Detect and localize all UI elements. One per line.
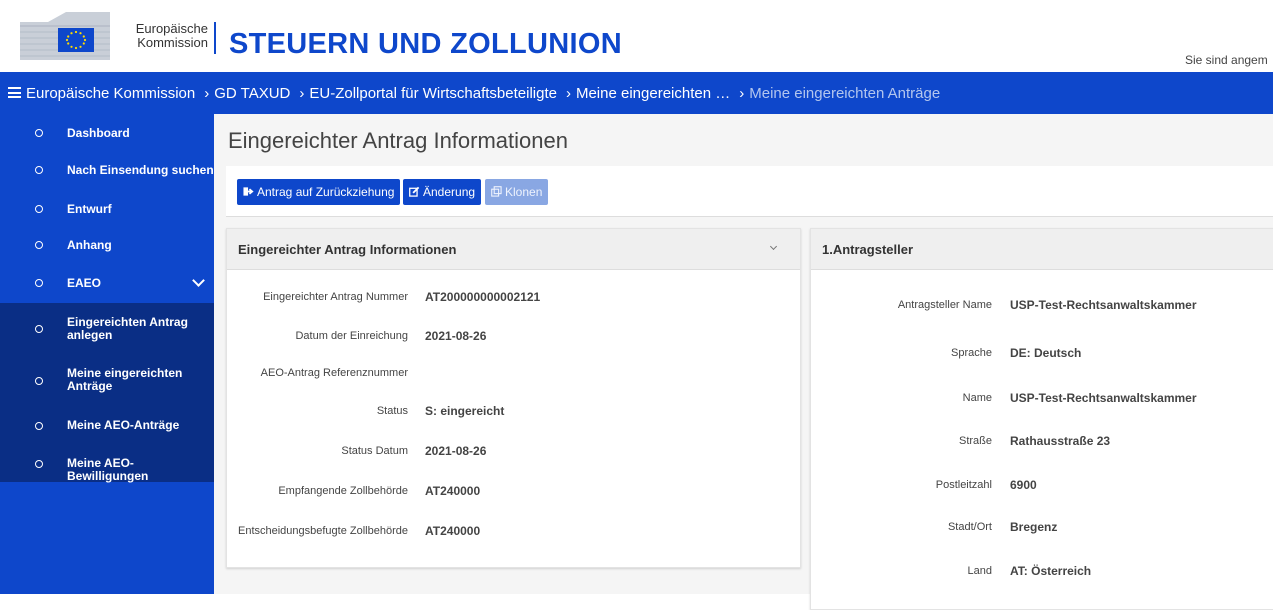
sidebar-item-label: Nach Einsendung suchen: [67, 163, 214, 177]
field-label-status: Status: [376, 405, 408, 417]
chevron-right-icon: ›: [204, 85, 210, 102]
circle-bullet-icon: [35, 325, 43, 333]
ec-logo-text: Europäische Kommission: [132, 22, 208, 50]
field-value-country: AT: Österreich: [1010, 564, 1092, 578]
sidebar-item-draft[interactable]: Entwurf: [0, 189, 214, 226]
change-button[interactable]: Änderung: [403, 179, 482, 205]
chevron-down-icon[interactable]: [192, 274, 205, 287]
field-label-status-date: Status Datum: [341, 445, 408, 457]
field-value-status-date: 2021-08-26: [425, 444, 487, 458]
sidebar-item-create-application[interactable]: Eingereichten Antrag anlegen: [0, 303, 214, 354]
sidebar-item-label: Meine eingereichten Anträge: [67, 366, 183, 393]
breadcrumb-item-current: Meine eingereichten Anträge: [749, 85, 941, 102]
sidebar-item-label: Dashboard: [67, 126, 130, 140]
breadcrumb: Europäische Kommission › GD TAXUD › EU-Z…: [0, 72, 1273, 114]
sidebar-item-attachment[interactable]: Anhang: [0, 226, 214, 263]
breadcrumb-item-ec[interactable]: Europäische Kommission: [26, 85, 195, 102]
card-header: 1.Antragsteller: [811, 229, 1273, 270]
field-label-application-number: Eingereichter Antrag Nummer: [263, 291, 408, 303]
field-label-receiving-office: Empfangende Zollbehörde: [278, 485, 408, 497]
field-value-deciding-office: AT240000: [425, 524, 481, 538]
withdraw-application-label: Antrag auf Zurückziehung: [257, 185, 395, 199]
ec-logo[interactable]: [18, 8, 113, 64]
site-title: STEUERN UND ZOLLUNION: [229, 28, 622, 60]
field-label-aeo-reference: AEO-Antrag Referenznummer: [260, 367, 408, 379]
edit-icon: [409, 186, 420, 197]
copy-icon: [491, 186, 502, 197]
sidebar-item-aeo-applications[interactable]: Meine AEO-Anträge: [0, 406, 214, 444]
application-info-card: Eingereichter Antrag Informationen: [226, 228, 801, 568]
sidebar-item-my-applications[interactable]: Meine eingereichten Anträge: [0, 354, 214, 406]
site-header: Europäische Kommission STEUERN UND ZOLLU…: [0, 0, 1273, 72]
sidebar-item-label: Entwurf: [67, 202, 112, 216]
field-value-receiving-office: AT240000: [425, 484, 481, 498]
circle-bullet-icon: [35, 422, 43, 430]
field-value-postcode: 6900: [1010, 478, 1037, 492]
circle-bullet-icon: [35, 279, 43, 287]
withdraw-application-button[interactable]: Antrag auf Zurückziehung: [237, 179, 401, 205]
circle-bullet-icon: [35, 205, 43, 213]
field-value-applicant-name: USP-Test-Rechtsanwaltskammer: [1010, 298, 1197, 312]
chevron-down-icon[interactable]: [769, 242, 778, 251]
sidebar-item-aeo-authorisations[interactable]: Meine AEO-Bewilligungen: [0, 444, 214, 483]
clone-button[interactable]: Klonen: [485, 179, 549, 205]
sidebar-item-label: Anhang: [67, 238, 112, 252]
field-value-language: DE: Deutsch: [1010, 346, 1082, 360]
circle-bullet-icon: [35, 166, 43, 174]
field-label-name: Name: [962, 392, 992, 404]
applicant-card: 1.Antragsteller: [810, 228, 1273, 610]
circle-bullet-icon: [35, 377, 43, 385]
field-label-country: Land: [967, 565, 992, 577]
field-label-postcode: Postleitzahl: [935, 479, 992, 491]
logo-divider: [214, 22, 216, 54]
page-title: Eingereichter Antrag Informationen: [228, 128, 568, 153]
field-value-city: Bregenz: [1010, 520, 1058, 534]
sidebar-item-label: Meine AEO-Anträge: [67, 418, 180, 432]
sidebar-item-label: Meine AEO-Bewilligungen: [67, 456, 149, 483]
field-label-submission-date: Datum der Einreichung: [295, 330, 408, 342]
field-label-applicant-name: Antragsteller Name: [897, 299, 992, 311]
circle-bullet-icon: [35, 460, 43, 468]
circle-bullet-icon: [35, 241, 43, 249]
field-value-name: USP-Test-Rechtsanwaltskammer: [1010, 391, 1197, 405]
field-label-city: Stadt/Ort: [947, 521, 992, 533]
clone-label: Klonen: [505, 185, 543, 199]
logged-in-status: Sie sind angem: [1185, 53, 1268, 67]
sign-out-icon: [243, 187, 254, 196]
sidebar: Dashboard Nach Einsendung suchen Entwurf…: [0, 114, 214, 594]
ec-building-icon: [20, 12, 110, 60]
field-value-street: Rathausstraße 23: [1010, 434, 1111, 448]
breadcrumb-item-portal[interactable]: EU-Zollportal für Wirtschaftsbeteiligte: [309, 85, 557, 102]
card-title: Eingereichter Antrag Informationen: [238, 242, 457, 257]
breadcrumb-item-submissions[interactable]: Meine eingereichten …: [576, 85, 730, 102]
breadcrumb-item-taxud[interactable]: GD TAXUD: [214, 85, 290, 102]
sidebar-item-dashboard[interactable]: Dashboard: [0, 114, 214, 151]
sidebar-item-label: Eingereichten Antrag anlegen: [67, 315, 188, 342]
sidebar-item-search[interactable]: Nach Einsendung suchen: [0, 151, 214, 189]
sidebar-item-eaeo[interactable]: EAEO: [0, 263, 214, 303]
chevron-right-icon: ›: [299, 85, 305, 102]
field-label-language: Sprache: [951, 347, 992, 359]
card-title: 1.Antragsteller: [822, 242, 914, 257]
hamburger-menu-icon[interactable]: [8, 87, 21, 98]
field-label-deciding-office: Entscheidungsbefugte Zollbehörde: [237, 525, 408, 537]
chevron-right-icon: ›: [565, 85, 571, 102]
logo-line-1: Europäische: [135, 21, 208, 36]
field-label-street: Straße: [958, 435, 992, 447]
chevron-right-icon: ›: [739, 85, 745, 102]
circle-bullet-icon: [35, 129, 43, 137]
field-value-status: S: eingereicht: [425, 404, 505, 418]
sidebar-item-label: EAEO: [67, 276, 102, 290]
field-value-application-number: AT200000000002121: [425, 290, 541, 304]
field-value-submission-date: 2021-08-26: [425, 329, 487, 343]
change-label: Änderung: [423, 185, 476, 199]
logo-line-2: Kommission: [137, 35, 208, 50]
card-header[interactable]: Eingereichter Antrag Informationen: [227, 229, 800, 270]
